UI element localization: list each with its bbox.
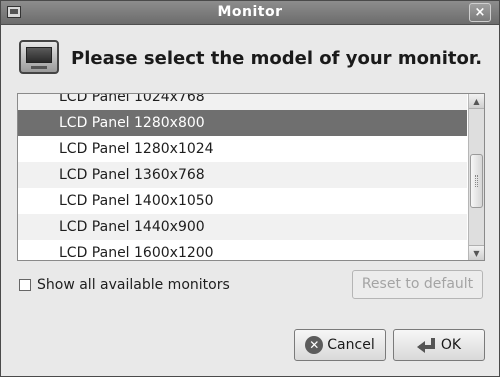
show-all-label[interactable]: Show all available monitors — [37, 277, 230, 293]
title-bar: Monitor × — [1, 1, 499, 25]
monitor-dialog: Monitor × Please select the model of you… — [0, 0, 500, 377]
close-icon: × — [474, 5, 486, 20]
scroll-up-icon[interactable]: ▲ — [469, 94, 484, 109]
ok-enter-icon — [416, 336, 439, 354]
close-button[interactable]: × — [469, 3, 491, 22]
cancel-button[interactable]: ✕ Cancel — [294, 329, 386, 361]
cancel-icon: ✕ — [305, 336, 324, 354]
show-all-option[interactable]: Show all available monitors — [19, 276, 230, 294]
monitor-icon — [19, 40, 59, 74]
monitor-list[interactable]: LCD Panel 1024x768 LCD Panel 1280x800 LC… — [17, 93, 485, 261]
vertical-scrollbar[interactable]: ▲ ▼ — [468, 94, 484, 260]
scroll-down-icon[interactable]: ▼ — [469, 245, 484, 260]
cancel-label: Cancel — [327, 337, 375, 353]
reset-to-default-button[interactable]: Reset to default — [352, 270, 483, 299]
list-item-selected[interactable]: LCD Panel 1280x800 — [18, 110, 467, 136]
ok-button[interactable]: OK — [393, 329, 485, 361]
list-item[interactable]: LCD Panel 1280x1024 — [18, 136, 467, 162]
list-item[interactable]: LCD Panel 1400x1050 — [18, 188, 467, 214]
window-title: Monitor — [217, 4, 283, 20]
header-text: Please select the model of your monitor. — [71, 48, 483, 69]
scrollbar-thumb[interactable] — [470, 154, 483, 208]
list-item[interactable]: LCD Panel 1600x1200 — [18, 240, 467, 260]
ok-label: OK — [440, 337, 462, 353]
list-item[interactable]: LCD Panel 1024x768 — [18, 94, 467, 110]
list-item[interactable]: LCD Panel 1440x900 — [18, 214, 467, 240]
list-item[interactable]: LCD Panel 1360x768 — [18, 162, 467, 188]
monitor-list-items: LCD Panel 1024x768 LCD Panel 1280x800 LC… — [18, 94, 467, 260]
dialog-header: Please select the model of your monitor. — [19, 39, 489, 79]
show-all-checkbox[interactable] — [19, 279, 31, 291]
